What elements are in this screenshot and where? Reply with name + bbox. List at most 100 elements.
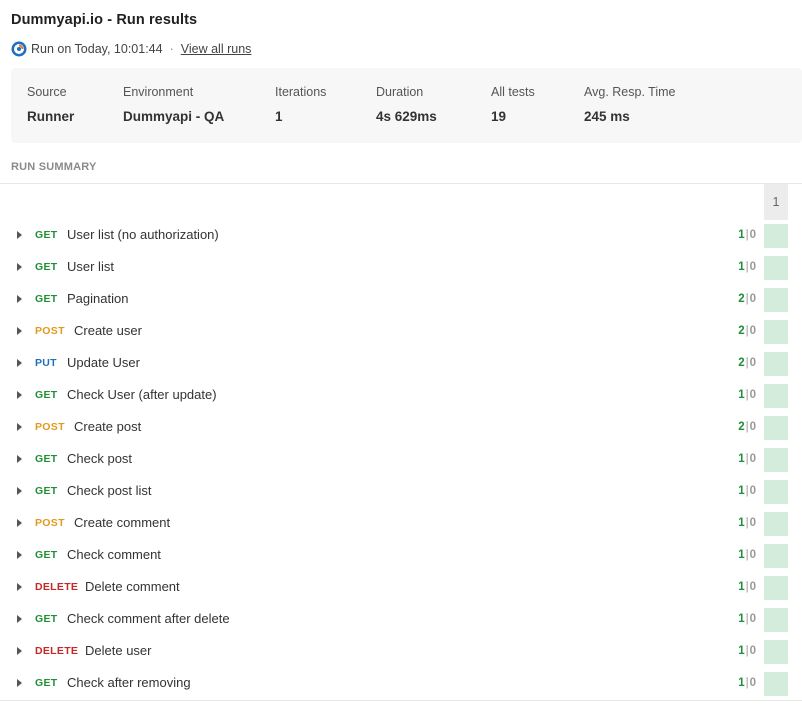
iteration-result-cell[interactable] — [764, 416, 788, 440]
failed-count: 0 — [749, 261, 756, 273]
request-method: GET — [35, 485, 58, 497]
expand-caret-icon[interactable] — [17, 679, 22, 687]
stat-label: Avg. Resp. Time — [584, 85, 676, 99]
request-row[interactable]: GET Check comment after delete 1|0 — [0, 604, 802, 636]
count-separator: | — [745, 485, 749, 497]
iteration-result-cell[interactable] — [764, 480, 788, 504]
request-row[interactable]: POST Create comment 1|0 — [0, 508, 802, 540]
iteration-result-cell[interactable] — [764, 384, 788, 408]
iteration-result-cell[interactable] — [764, 544, 788, 568]
stat-label: All tests — [491, 85, 535, 99]
request-name[interactable]: Create post — [74, 419, 141, 434]
request-row[interactable]: GET Check after removing 1|0 — [0, 668, 802, 700]
request-row[interactable]: GET Pagination 2|0 — [0, 284, 802, 316]
count-separator: | — [745, 517, 749, 529]
failed-count: 0 — [749, 549, 756, 561]
request-method: GET — [35, 453, 58, 465]
test-counts: 2|0 — [738, 421, 756, 433]
expand-caret-icon[interactable] — [17, 487, 22, 495]
expand-caret-icon[interactable] — [17, 423, 22, 431]
expand-caret-icon[interactable] — [17, 263, 22, 271]
expand-caret-icon[interactable] — [17, 647, 22, 655]
expand-caret-icon[interactable] — [17, 359, 22, 367]
count-separator: | — [745, 261, 749, 273]
passed-count: 1 — [738, 485, 745, 497]
stat-label: Environment — [123, 85, 194, 99]
expand-caret-icon[interactable] — [17, 295, 22, 303]
expand-caret-icon[interactable] — [17, 551, 22, 559]
expand-caret-icon[interactable] — [17, 455, 22, 463]
stat-value: Runner — [27, 109, 75, 124]
stat-duration: Duration 4s 629ms — [376, 85, 437, 124]
iteration-result-cell[interactable] — [764, 288, 788, 312]
count-separator: | — [745, 293, 749, 305]
expand-caret-icon[interactable] — [17, 615, 22, 623]
request-row[interactable]: DELETE Delete user 1|0 — [0, 636, 802, 668]
test-counts: 1|0 — [738, 229, 756, 241]
failed-count: 0 — [749, 613, 756, 625]
request-method: GET — [35, 613, 58, 625]
request-name[interactable]: User list — [67, 259, 114, 274]
run-timestamp: Run on Today, 10:01:44 — [31, 42, 163, 56]
view-all-runs-link[interactable]: View all runs — [181, 42, 252, 56]
request-row[interactable]: GET User list (no authorization) 1|0 — [0, 220, 802, 252]
request-row[interactable]: GET User list 1|0 — [0, 252, 802, 284]
iteration-result-cell[interactable] — [764, 352, 788, 376]
request-name[interactable]: Create comment — [74, 515, 170, 530]
iteration-result-cell[interactable] — [764, 576, 788, 600]
divider — [0, 700, 802, 701]
iteration-result-cell[interactable] — [764, 512, 788, 536]
request-row[interactable]: GET Check post 1|0 — [0, 444, 802, 476]
expand-caret-icon[interactable] — [17, 519, 22, 527]
request-name[interactable]: Check comment after delete — [67, 611, 230, 626]
test-counts: 1|0 — [738, 517, 756, 529]
iteration-result-cell[interactable] — [764, 672, 788, 696]
expand-caret-icon[interactable] — [17, 391, 22, 399]
request-method: GET — [35, 261, 58, 273]
request-name[interactable]: User list (no authorization) — [67, 227, 219, 242]
stat-all-tests: All tests 19 — [491, 85, 535, 124]
iteration-result-cell[interactable] — [764, 608, 788, 632]
count-separator: | — [745, 389, 749, 401]
request-name[interactable]: Check comment — [67, 547, 161, 562]
passed-count: 2 — [738, 357, 745, 369]
expand-caret-icon[interactable] — [17, 231, 22, 239]
request-name[interactable]: Check post — [67, 451, 132, 466]
stat-iterations: Iterations 1 — [275, 85, 326, 124]
stat-source: Source Runner — [27, 85, 74, 124]
request-name[interactable]: Check after removing — [67, 675, 191, 690]
request-name[interactable]: Delete user — [85, 643, 151, 658]
request-row[interactable]: GET Check comment 1|0 — [0, 540, 802, 572]
request-row[interactable]: GET Check post list 1|0 — [0, 476, 802, 508]
test-counts: 2|0 — [738, 293, 756, 305]
request-row[interactable]: DELETE Delete comment 1|0 — [0, 572, 802, 604]
expand-caret-icon[interactable] — [17, 583, 22, 591]
page-title: Dummyapi.io - Run results — [11, 12, 198, 28]
count-separator: | — [745, 613, 749, 625]
request-name[interactable]: Pagination — [67, 291, 128, 306]
iteration-result-cell[interactable] — [764, 320, 788, 344]
iteration-result-cell[interactable] — [764, 224, 788, 248]
request-name[interactable]: Check post list — [67, 483, 152, 498]
stat-value: 245 ms — [584, 109, 630, 124]
request-row[interactable]: POST Create post 2|0 — [0, 412, 802, 444]
passed-count: 2 — [738, 421, 745, 433]
request-row[interactable]: GET Check User (after update) 1|0 — [0, 380, 802, 412]
request-name[interactable]: Create user — [74, 323, 142, 338]
request-name[interactable]: Update User — [67, 355, 140, 370]
passed-count: 2 — [738, 293, 745, 305]
request-name[interactable]: Delete comment — [85, 579, 180, 594]
request-name[interactable]: Check User (after update) — [67, 387, 217, 402]
run-info: Run on Today, 10:01:44 · View all runs — [11, 40, 251, 58]
passed-count: 1 — [738, 261, 745, 273]
request-row[interactable]: PUT Update User 2|0 — [0, 348, 802, 380]
expand-caret-icon[interactable] — [17, 327, 22, 335]
iteration-result-cell[interactable] — [764, 256, 788, 280]
passed-count: 1 — [738, 613, 745, 625]
passed-count: 1 — [738, 453, 745, 465]
failed-count: 0 — [749, 389, 756, 401]
iteration-result-cell[interactable] — [764, 448, 788, 472]
request-row[interactable]: POST Create user 2|0 — [0, 316, 802, 348]
failed-count: 0 — [749, 677, 756, 689]
iteration-result-cell[interactable] — [764, 640, 788, 664]
